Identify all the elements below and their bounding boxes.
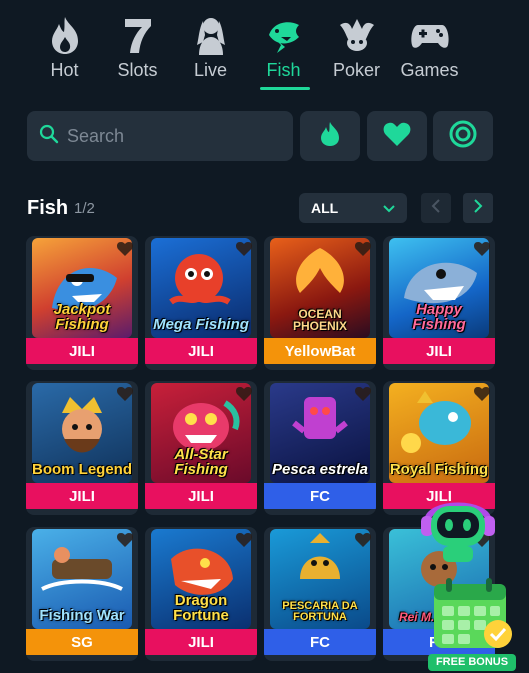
heart-icon[interactable] (235, 240, 253, 258)
tab-label: Fish (266, 60, 301, 80)
game-title: Happy Fishing (412, 301, 466, 333)
game-card[interactable]: Happy Fishing JILI (383, 236, 495, 370)
heart-icon[interactable] (116, 531, 134, 549)
game-title: Royal Fishing (389, 461, 489, 478)
tab-poker[interactable]: Poker (320, 0, 393, 95)
game-card[interactable]: Jackpot Fishing JILI (26, 236, 138, 370)
game-card[interactable]: All-Star Fishing JILI (145, 381, 257, 515)
provider-label: JILI (145, 483, 257, 509)
game-title: Pesca estrela (272, 461, 368, 478)
search-input[interactable] (67, 125, 277, 147)
flame-icon (319, 121, 341, 152)
free-bonus-button[interactable]: FREE BONUS (428, 574, 516, 673)
joker-icon (336, 14, 378, 56)
provider-label: SG (26, 629, 138, 655)
heart-icon[interactable] (235, 531, 253, 549)
tab-slots[interactable]: Slots (101, 0, 174, 95)
tab-label: Slots (117, 60, 158, 80)
tab-games[interactable]: Games (393, 0, 466, 95)
provider-label: JILI (145, 629, 257, 655)
flame-icon (44, 14, 86, 56)
game-card[interactable]: OCEAN PHOENIX YellowBat (264, 236, 376, 370)
game-title: OCEAN PHOENIX (292, 307, 347, 333)
chevron-right-icon (473, 198, 483, 218)
provider-filter-dropdown[interactable]: ALL (299, 193, 407, 223)
game-title: Jackpot Fishing (53, 301, 111, 333)
search-icon (39, 124, 59, 149)
provider-label: JILI (383, 338, 495, 364)
game-title: Dragon Fortune (173, 592, 229, 624)
game-card[interactable]: Fishing War SG (26, 527, 138, 661)
game-card[interactable]: Pesca estrela FC (264, 381, 376, 515)
provider-label: JILI (26, 338, 138, 364)
heart-icon[interactable] (116, 385, 134, 403)
fish-icon (263, 14, 305, 56)
game-card[interactable]: Boom Legend JILI (26, 381, 138, 515)
chevron-down-icon (383, 200, 395, 216)
next-page-button[interactable] (463, 193, 493, 223)
provider-label: FC (264, 629, 376, 655)
game-card[interactable]: PESCARIA DA FORTUNA FC (264, 527, 376, 661)
heart-icon[interactable] (354, 385, 372, 403)
provider-label: JILI (26, 483, 138, 509)
hot-filter-button[interactable] (300, 111, 360, 161)
heart-icon (383, 121, 411, 152)
tab-hot[interactable]: Hot (28, 0, 101, 95)
tab-label: Hot (50, 60, 79, 80)
provider-label: JILI (145, 338, 257, 364)
provider-label: FC (264, 483, 376, 509)
clock-icon (449, 120, 477, 153)
section-title: Fish (27, 197, 69, 219)
heart-icon[interactable] (354, 531, 372, 549)
heart-icon[interactable] (354, 240, 372, 258)
game-title: PESCARIA DA FORTUNA (282, 600, 358, 623)
seven-icon (117, 14, 159, 56)
prev-page-button[interactable] (421, 193, 451, 223)
favorites-filter-button[interactable] (367, 111, 427, 161)
support-bot-button[interactable] (419, 488, 497, 568)
dealer-icon (190, 14, 232, 56)
tab-label: Games (400, 60, 459, 80)
recent-filter-button[interactable] (433, 111, 493, 161)
robot-icon (419, 502, 497, 572)
tab-label: Poker (332, 60, 381, 80)
tab-label: Live (193, 60, 228, 80)
page-indicator: 1/2 (74, 200, 95, 217)
tab-live[interactable]: Live (174, 0, 247, 95)
search-box[interactable] (27, 111, 293, 161)
heart-icon[interactable] (473, 240, 491, 258)
chevron-left-icon (431, 198, 441, 218)
heart-icon[interactable] (473, 385, 491, 403)
dropdown-value: ALL (311, 200, 339, 216)
heart-icon[interactable] (235, 385, 253, 403)
gamepad-icon (409, 14, 451, 56)
free-bonus-label: FREE BONUS (428, 654, 516, 671)
category-nav: Hot Slots Live Fish Poker Games (0, 0, 529, 95)
tab-fish[interactable]: Fish (247, 0, 320, 95)
heart-icon[interactable] (116, 240, 134, 258)
game-card[interactable]: Mega Fishing JILI (145, 236, 257, 370)
provider-label: YellowBat (264, 338, 376, 364)
game-title: Mega Fishing (153, 316, 249, 333)
game-title: Boom Legend (32, 461, 132, 478)
game-title: All-Star Fishing (174, 446, 228, 478)
game-card[interactable]: Dragon Fortune JILI (145, 527, 257, 661)
game-title: Fishing War (39, 607, 125, 624)
